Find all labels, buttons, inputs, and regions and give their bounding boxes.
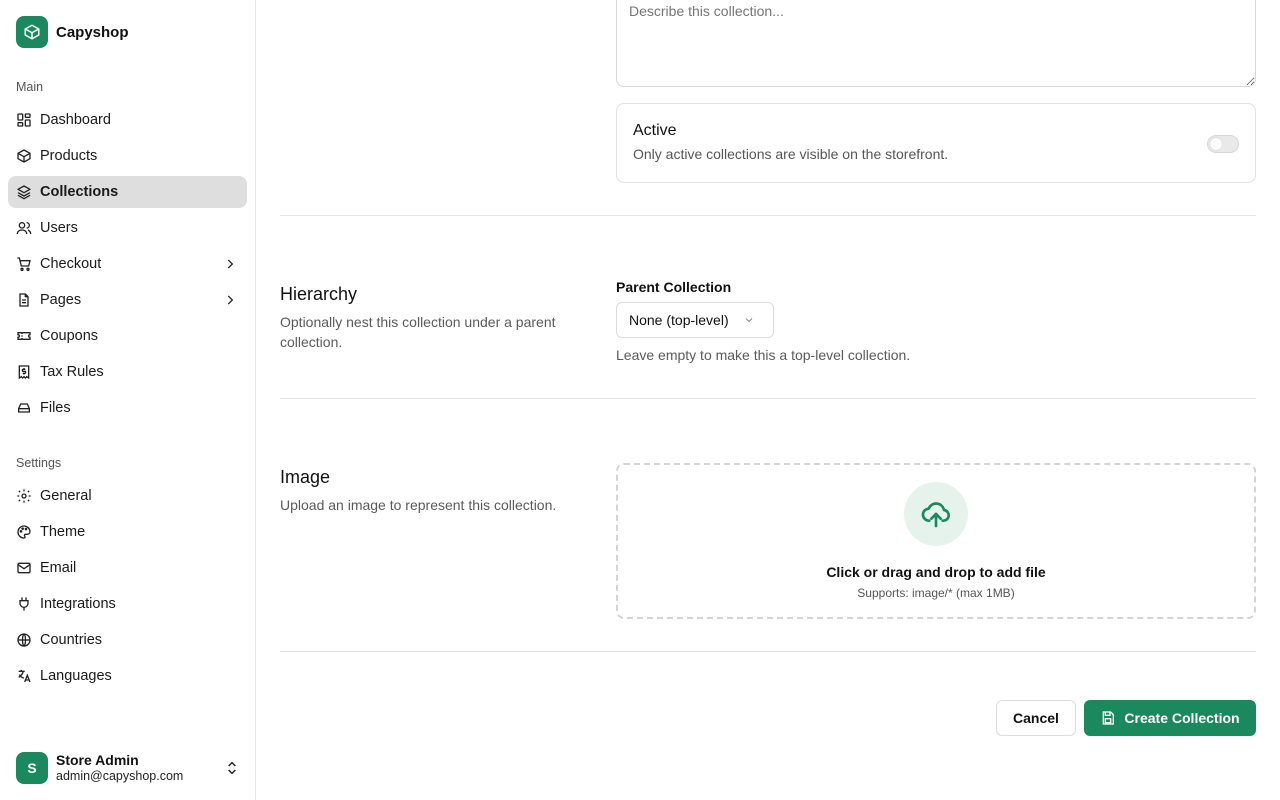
sidebar-item-general[interactable]: General: [8, 480, 247, 512]
sidebar-item-label: Coupons: [40, 328, 99, 344]
globe-icon: [16, 632, 32, 648]
sidebar-item-label: Pages: [40, 292, 82, 308]
user-name: Store Admin: [56, 752, 139, 768]
sidebar-item-label: Products: [40, 148, 98, 164]
layers-icon: [16, 184, 32, 200]
select-value: None (top-level): [629, 312, 729, 328]
create-collection-button[interactable]: Create Collection: [1084, 700, 1256, 736]
sidebar-item-label: Collections: [40, 184, 119, 200]
palette-icon: [16, 524, 32, 540]
sidebar-item-products[interactable]: Products: [8, 140, 247, 172]
image-dropzone[interactable]: Click or drag and drop to add file Suppo…: [616, 463, 1256, 619]
avatar: S: [16, 752, 48, 784]
sidebar-item-dashboard[interactable]: Dashboard: [8, 104, 247, 136]
sidebar-item-label: Dashboard: [40, 112, 111, 128]
sidebar-item-pages[interactable]: Pages: [8, 284, 247, 316]
user-info: Store Admin admin@capyshop.com: [56, 752, 183, 784]
chevron-right-icon: [227, 259, 234, 269]
chevron-down-icon: [745, 318, 752, 323]
sidebar-item-coupons[interactable]: Coupons: [8, 320, 247, 352]
section-divider: [280, 651, 1256, 652]
sidebar-item-label: Email: [40, 560, 77, 576]
chevrons-up-down-icon[interactable]: [224, 760, 240, 776]
sidebar-item-collections[interactable]: Collections: [8, 176, 247, 208]
sidebar-item-label: General: [40, 488, 92, 504]
package-icon: [16, 148, 32, 164]
sidebar-item-label: Tax Rules: [40, 364, 104, 380]
parent-collection-select[interactable]: None (top-level): [616, 302, 774, 338]
sidebar-item-label: Countries: [40, 632, 103, 648]
sidebar-item-label: Checkout: [40, 256, 102, 272]
translate-icon: [16, 668, 32, 684]
user-menu[interactable]: S Store Admin admin@capyshop.com: [16, 752, 246, 784]
active-setting-card: Active Only active collections are visib…: [616, 103, 1256, 183]
sidebar-item-email[interactable]: Email: [8, 552, 247, 584]
create-collection-label: Create Collection: [1124, 710, 1240, 726]
sidebar-item-users[interactable]: Users: [8, 212, 247, 244]
toggle-knob: [1210, 138, 1222, 150]
dropzone-title: Click or drag and drop to add file: [826, 564, 1046, 580]
parent-collection-help: Leave empty to make this a top-level col…: [616, 347, 911, 363]
drive-icon: [16, 400, 32, 416]
settings-section-label: Settings: [16, 456, 62, 470]
settings-nav: General Theme Email Integrations Countri…: [8, 480, 247, 696]
ticket-icon: [16, 328, 32, 344]
dashboard-icon: [16, 112, 32, 128]
active-toggle[interactable]: [1207, 135, 1239, 153]
package-icon: [16, 16, 48, 48]
section-divider: [280, 398, 1256, 399]
main-nav: Dashboard Products Collections Users Che…: [8, 104, 247, 428]
image-title: Image: [280, 467, 331, 487]
sidebar-item-countries[interactable]: Countries: [8, 624, 247, 656]
parent-collection-label: Parent Collection: [616, 279, 732, 295]
users-icon: [16, 220, 32, 236]
active-description: Only active collections are visible on t…: [633, 146, 949, 162]
main-section-label: Main: [16, 80, 44, 94]
sidebar-item-tax-rules[interactable]: Tax Rules: [8, 356, 247, 388]
brand[interactable]: Capyshop: [16, 16, 129, 48]
sidebar: Capyshop Main Dashboard Products Collect…: [0, 0, 256, 800]
hierarchy-description: Optionally nest this collection under a …: [280, 314, 556, 350]
sidebar-item-label: Integrations: [40, 596, 116, 612]
cart-icon: [16, 256, 32, 272]
sidebar-item-integrations[interactable]: Integrations: [8, 588, 247, 620]
mail-icon: [16, 560, 32, 576]
brand-name: Capyshop: [56, 23, 129, 41]
gear-icon: [16, 488, 32, 504]
file-icon: [16, 292, 32, 308]
sidebar-item-label: Users: [40, 220, 78, 236]
user-email: admin@capyshop.com: [56, 769, 184, 783]
sidebar-item-label: Theme: [40, 524, 86, 540]
sidebar-item-languages[interactable]: Languages: [8, 660, 247, 692]
upload-cloud-icon: [904, 482, 968, 546]
cancel-button[interactable]: Cancel: [996, 700, 1076, 736]
sidebar-item-label: Files: [40, 400, 71, 416]
main-content: Active Only active collections are visib…: [256, 0, 1280, 800]
active-title: Active: [633, 122, 677, 139]
receipt-icon: [16, 364, 32, 380]
plug-icon: [16, 596, 32, 612]
sidebar-item-checkout[interactable]: Checkout: [8, 248, 247, 280]
image-description: Upload an image to represent this collec…: [280, 497, 557, 513]
hierarchy-title: Hierarchy: [280, 284, 358, 304]
dropzone-subtitle: Supports: image/* (max 1MB): [857, 586, 1015, 600]
sidebar-item-files[interactable]: Files: [8, 392, 247, 424]
sidebar-item-theme[interactable]: Theme: [8, 516, 247, 548]
chevron-right-icon: [227, 295, 234, 305]
section-divider: [280, 215, 1256, 216]
description-textarea[interactable]: [616, 0, 1256, 87]
sidebar-item-label: Languages: [40, 668, 112, 684]
save-icon: [1103, 711, 1115, 725]
